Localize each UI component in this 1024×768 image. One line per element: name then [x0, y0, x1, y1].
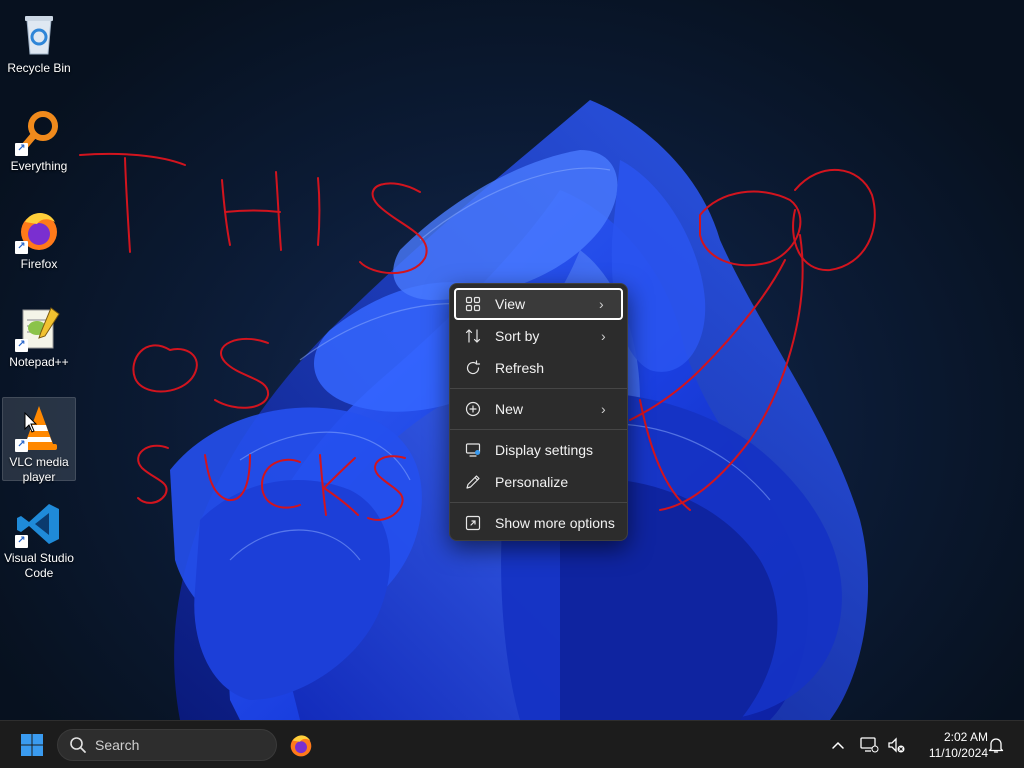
- display-settings-icon: [465, 442, 481, 458]
- vlc-icon: ↗: [15, 404, 63, 452]
- refresh-icon: [465, 360, 481, 376]
- chevron-right-icon: ›: [601, 401, 606, 417]
- menu-item-label: Personalize: [495, 474, 569, 490]
- vscode-icon: ↗: [15, 500, 63, 548]
- network-icon-button[interactable]: [858, 733, 880, 757]
- desktop-icon-label: Visual Studio Code: [4, 551, 74, 580]
- bell-icon: [988, 738, 1004, 753]
- everything-search-icon: ↗: [15, 108, 63, 156]
- menu-item-label: New: [495, 401, 524, 417]
- pen-icon: [465, 474, 481, 490]
- menu-item-label: Display settings: [495, 442, 594, 458]
- new-plus-icon: [465, 401, 481, 417]
- mouse-cursor-icon: [24, 412, 38, 433]
- notifications-button[interactable]: [986, 733, 1006, 757]
- menu-item-personalize[interactable]: Personalize: [454, 466, 623, 498]
- desktop-icon-label: Everything: [10, 159, 68, 173]
- menu-item-label: Refresh: [495, 360, 545, 376]
- firefox-icon: [290, 735, 312, 757]
- clock-date: 11/10/2024: [928, 746, 988, 760]
- menu-item-show-more-options[interactable]: Show more options: [454, 507, 623, 539]
- shortcut-arrow-icon: ↗: [15, 241, 28, 254]
- volume-icon-button[interactable]: [884, 733, 908, 757]
- desktop-icon-vscode[interactable]: ↗ Visual Studio Code: [2, 494, 76, 580]
- chevron-up-icon: [832, 741, 844, 749]
- desktop-icon-notepad-plus-plus[interactable]: ↗ Notepad++: [2, 298, 76, 384]
- sort-icon: [465, 328, 481, 344]
- taskbar-search-box[interactable]: Search: [57, 729, 277, 761]
- menu-item-label: Show more options: [495, 515, 615, 531]
- recycle-bin-icon: [15, 10, 63, 58]
- menu-item-label: Sort by: [495, 328, 540, 344]
- desktop-icon-label: Firefox: [20, 257, 58, 271]
- menu-item-sort-by[interactable]: Sort by ›: [454, 320, 623, 352]
- shortcut-arrow-icon: ↗: [15, 439, 28, 452]
- notepad-plus-plus-icon: ↗: [15, 304, 63, 352]
- chevron-right-icon: ›: [599, 296, 604, 312]
- windows-logo-icon: [21, 734, 43, 756]
- network-icon: [860, 737, 879, 753]
- firefox-icon: ↗: [15, 206, 63, 254]
- taskbar-clock[interactable]: 2:02 AM 11/10/2024: [912, 729, 988, 761]
- desktop[interactable]: Recycle Bin ↗ Everything ↗ Firefox ↗ Not…: [0, 0, 1024, 720]
- desktop-icon-everything[interactable]: ↗ Everything: [2, 102, 76, 188]
- menu-separator: [450, 388, 627, 389]
- menu-item-label: View: [495, 296, 526, 312]
- menu-separator: [450, 429, 627, 430]
- show-hidden-icons-button[interactable]: [828, 733, 848, 757]
- desktop-icon-firefox[interactable]: ↗ Firefox: [2, 200, 76, 286]
- shortcut-arrow-icon: ↗: [15, 535, 28, 548]
- taskbar: Search 2:02 AM 11/10/2024: [0, 720, 1024, 768]
- desktop-icon-label: VLC media player: [9, 455, 69, 484]
- clock-time: 2:02 AM: [943, 730, 988, 744]
- chevron-right-icon: ›: [601, 328, 606, 344]
- grid-view-icon: [465, 296, 481, 312]
- search-placeholder: Search: [95, 737, 140, 753]
- menu-item-refresh[interactable]: Refresh: [454, 352, 623, 384]
- desktop-context-menu: View › Sort by › Refresh New › Display s…: [449, 283, 628, 541]
- desktop-icon-label: Notepad++: [9, 355, 69, 369]
- menu-separator: [450, 502, 627, 503]
- volume-muted-icon: [888, 737, 905, 753]
- start-button[interactable]: [16, 731, 48, 759]
- taskbar-firefox-button[interactable]: [284, 729, 318, 761]
- menu-item-view[interactable]: View ›: [454, 288, 623, 320]
- menu-item-display-settings[interactable]: Display settings: [454, 434, 623, 466]
- shortcut-arrow-icon: ↗: [15, 339, 28, 352]
- desktop-icon-label: Recycle Bin: [7, 61, 71, 75]
- menu-item-new[interactable]: New ›: [454, 393, 623, 425]
- search-icon: [70, 737, 86, 753]
- desktop-icon-recycle-bin[interactable]: Recycle Bin: [2, 4, 76, 90]
- desktop-icon-vlc[interactable]: ↗ VLC media player: [2, 397, 76, 484]
- shortcut-arrow-icon: ↗: [15, 143, 28, 156]
- more-options-icon: [465, 515, 481, 531]
